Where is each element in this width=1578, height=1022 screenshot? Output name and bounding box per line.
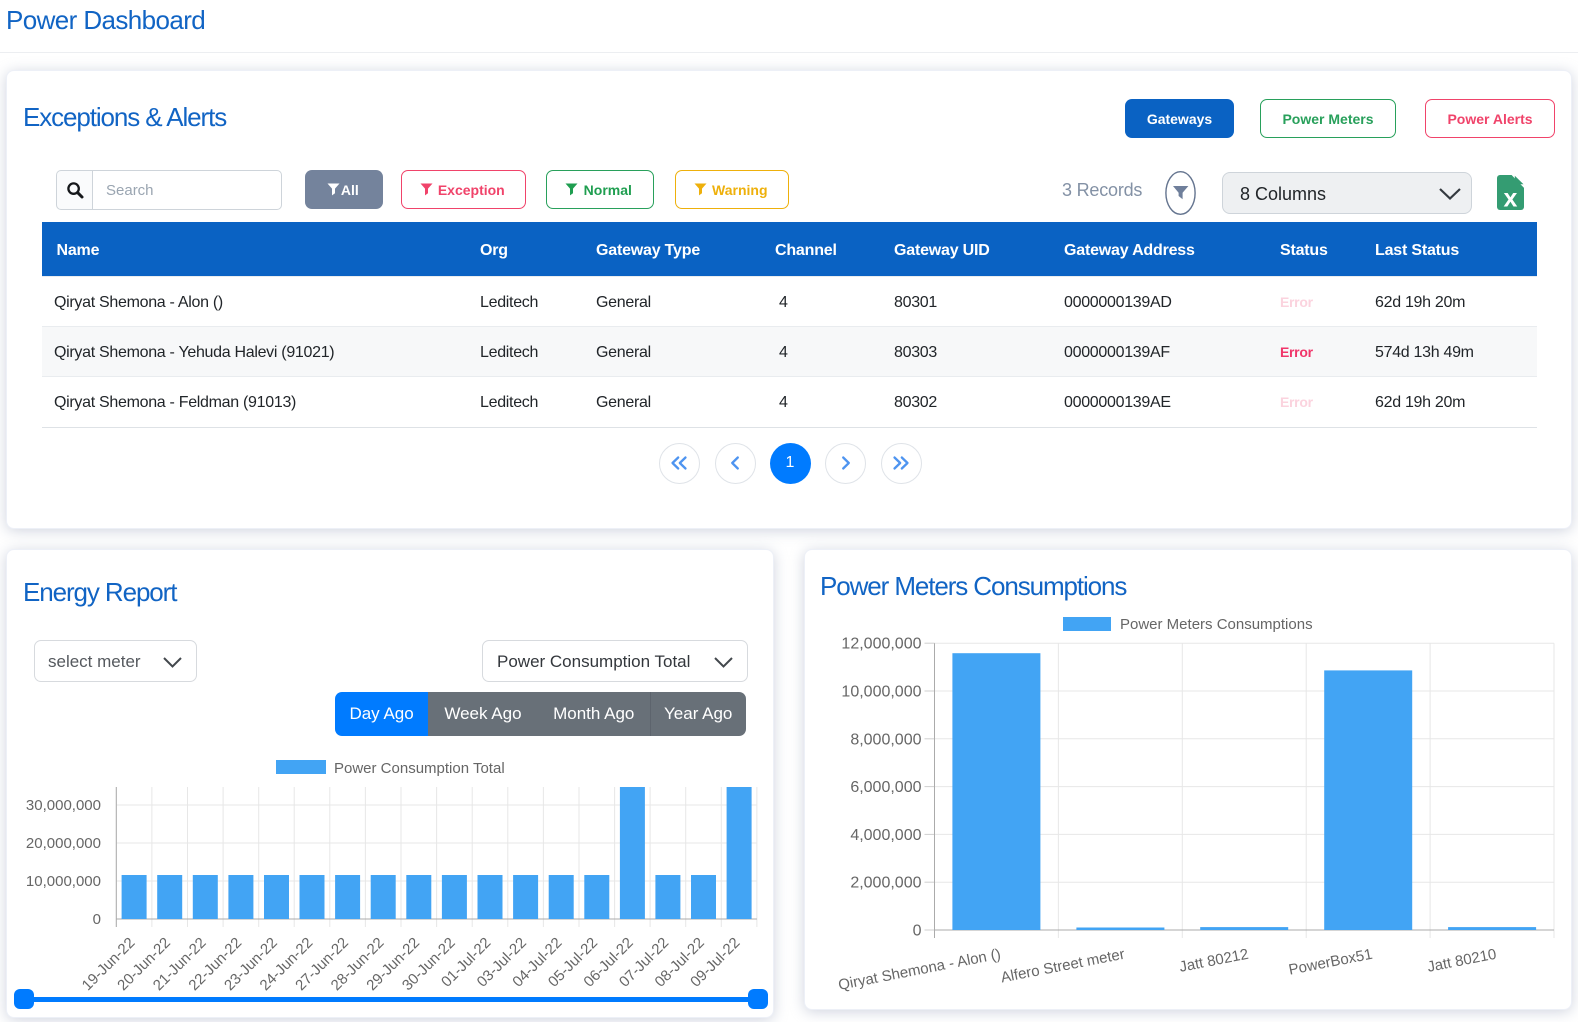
svg-text:8,000,000: 8,000,000 — [850, 731, 921, 748]
svg-text:2,000,000: 2,000,000 — [850, 875, 921, 892]
svg-text:x: x — [1503, 185, 1517, 213]
svg-text:30,000,000: 30,000,000 — [26, 797, 101, 814]
svg-text:6,000,000: 6,000,000 — [850, 779, 921, 796]
svg-text:10,000,000: 10,000,000 — [26, 873, 101, 890]
svg-text:Qiryat Shemona - Alon (): Qiryat Shemona - Alon () — [837, 946, 1002, 994]
svg-text:10,000,000: 10,000,000 — [841, 684, 921, 701]
svg-text:Alfero Street meter: Alfero Street meter — [999, 946, 1126, 987]
svg-text:PowerBox51: PowerBox51 — [1287, 946, 1374, 979]
svg-text:0: 0 — [913, 923, 922, 940]
svg-text:Jatt 80212: Jatt 80212 — [1178, 946, 1250, 976]
svg-text:Jatt 80210: Jatt 80210 — [1426, 946, 1498, 976]
svg-text:12,000,000: 12,000,000 — [841, 636, 921, 653]
svg-text:4,000,000: 4,000,000 — [850, 827, 921, 844]
svg-text:0: 0 — [93, 911, 101, 928]
svg-text:20,000,000: 20,000,000 — [26, 835, 101, 852]
